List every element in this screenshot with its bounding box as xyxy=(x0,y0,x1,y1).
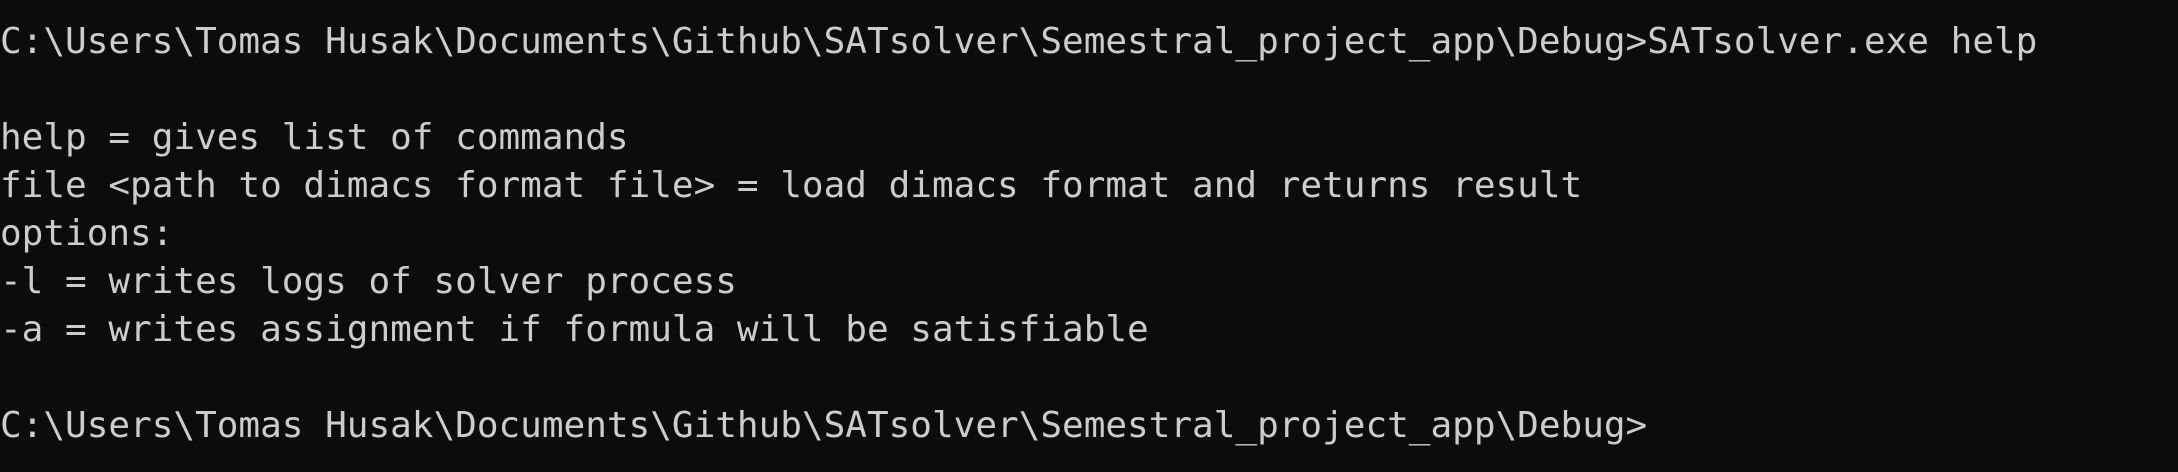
output-line: help = gives list of commands xyxy=(0,117,629,158)
prompt-path: C:\Users\Tomas Husak\Documents\Github\SA… xyxy=(0,21,1648,62)
entered-command: SATsolver.exe help xyxy=(1647,21,2038,62)
console-window[interactable]: C:\Users\Tomas Husak\Documents\Github\SA… xyxy=(0,0,2178,472)
output-line: file <path to dimacs format file> = load… xyxy=(0,165,1583,206)
output-line: -a = writes assignment if formula will b… xyxy=(0,309,1149,350)
command-line-1: C:\Users\Tomas Husak\Documents\Github\SA… xyxy=(0,18,2178,66)
command-line-2[interactable]: C:\Users\Tomas Husak\Documents\Github\SA… xyxy=(0,402,2178,450)
prompt-path: C:\Users\Tomas Husak\Documents\Github\SA… xyxy=(0,405,1648,446)
output-line: -l = writes logs of solver process xyxy=(0,261,737,302)
output-line: options: xyxy=(0,213,174,254)
